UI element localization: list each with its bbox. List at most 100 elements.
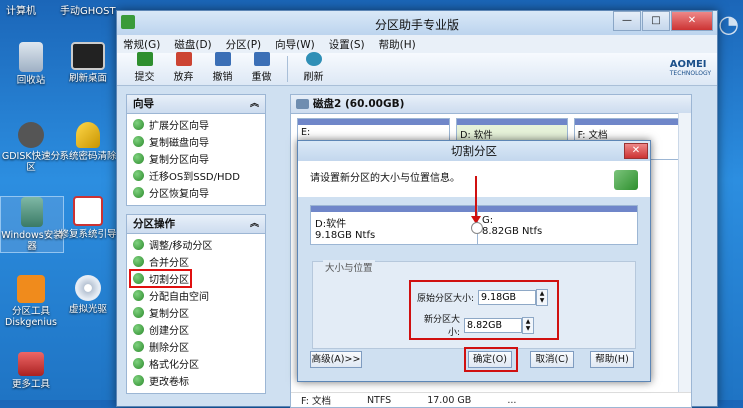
operation-icon — [133, 239, 144, 250]
row-cell: ... — [507, 394, 517, 406]
redo-icon — [253, 52, 270, 66]
toolbar: 提交 放弃 撤销 重做 刷新 AOMEI TECHNOLOGY — [117, 52, 717, 86]
wizard-item-recovery[interactable]: 分区恢复向导 — [127, 184, 265, 201]
close-button[interactable]: ✕ — [671, 11, 713, 31]
wizard-item-label: 扩展分区向导 — [149, 121, 209, 132]
menu-wizard[interactable]: 向导(W) — [275, 37, 315, 52]
desktop-icon-refresh[interactable]: 刷新桌面 — [57, 42, 119, 84]
discard-button[interactable]: 放弃 — [164, 52, 203, 85]
split-partition-dialog: 切割分区 ✕ 请设置新分区的大小与位置信息。 D:软件 9.18GB Ntfs … — [297, 140, 651, 382]
aomei-logo: AOMEI TECHNOLOGY — [670, 59, 711, 77]
op-item-resize[interactable]: 调整/移动分区 — [127, 236, 265, 253]
diskgenius-icon — [17, 275, 45, 303]
wizard-panel-list: 扩展分区向导 复制磁盘向导 复制分区向导 迁移OS到SSD/HDD 分区恢复向导 — [126, 114, 266, 206]
new-size-label: 新分区大小: — [423, 315, 460, 338]
split-drag-handle[interactable] — [471, 222, 483, 234]
ops-panel-list: 调整/移动分区 合并分区 切割分区 分配自由空间 复制分区 创建分区 删除分区 … — [126, 234, 266, 394]
dialog-title-bar: 切割分区 ✕ — [298, 141, 650, 161]
maximize-button[interactable]: □ — [642, 11, 670, 31]
dialog-info-text: 请设置新分区的大小与位置信息。 — [310, 173, 460, 184]
op-item-split[interactable]: 切割分区 — [129, 269, 192, 288]
new-size-spinner[interactable]: ▲ ▼ — [522, 316, 534, 334]
new-size-input[interactable] — [464, 317, 522, 333]
refresh-label: 刷新 — [303, 72, 324, 83]
menu-settings[interactable]: 设置(S) — [329, 37, 365, 52]
desktop-icon-password[interactable]: 系统密码清除 — [57, 122, 119, 162]
apply-button[interactable]: 提交 — [125, 52, 164, 85]
wizard-item-label: 迁移OS到SSD/HDD — [149, 172, 240, 183]
brand-name: AOMEI — [669, 59, 707, 70]
menu-partition[interactable]: 分区(P) — [226, 37, 262, 52]
discard-label: 放弃 — [173, 72, 194, 83]
desktop-icon-boot-repair[interactable]: 修复系统引导 — [57, 196, 119, 240]
refresh-icon — [305, 52, 322, 66]
help-button[interactable]: 帮助(H) — [590, 351, 634, 368]
cancel-button[interactable]: 取消(C) — [530, 351, 574, 368]
op-item-copy[interactable]: 复制分区 — [127, 304, 265, 321]
op-item-delete[interactable]: 删除分区 — [127, 338, 265, 355]
annotation-line — [475, 176, 477, 220]
ops-panel-title: 分区操作 — [133, 218, 175, 230]
split-icon — [614, 170, 638, 190]
op-item-create[interactable]: 创建分区 — [127, 321, 265, 338]
medkit-icon — [73, 196, 103, 226]
menu-disk[interactable]: 磁盘(D) — [174, 37, 211, 52]
disk-scrollbar[interactable] — [678, 113, 691, 393]
split-right-partition: G: 8.82GB Ntfs — [477, 206, 637, 244]
original-size-spinner[interactable]: ▲ ▼ — [536, 289, 549, 306]
disk-title: 磁盘2 (60.00GB) — [313, 98, 405, 110]
op-item-label: 创建分区 — [149, 326, 189, 337]
operation-icon — [133, 273, 144, 284]
desktop-icon-windows-installer[interactable]: Windows安装器 — [0, 196, 64, 253]
desktop-icon-more-tools[interactable]: 更多工具 — [0, 352, 62, 390]
op-item-merge[interactable]: 合并分区 — [127, 253, 265, 270]
op-item-label: 调整/移动分区 — [149, 241, 213, 252]
right-partition-detail: 8.82GB Ntfs — [482, 226, 543, 237]
chevron-up-icon[interactable]: ︽ — [250, 215, 259, 233]
op-item-label-change[interactable]: 更改卷标 — [127, 372, 265, 389]
minimize-button[interactable]: — — [613, 11, 641, 31]
desktop-icon-label: 更多工具 — [11, 379, 50, 390]
op-item-allocate[interactable]: 分配自由空间 — [127, 287, 265, 304]
row-cell: F: 文档 — [301, 396, 331, 407]
redo-button[interactable]: 重做 — [242, 52, 281, 85]
wizard-icon — [133, 170, 144, 181]
split-left-partition: D:软件 9.18GB Ntfs — [311, 206, 477, 244]
desktop-icon-gdisk[interactable]: GDISK快速分区 — [0, 122, 62, 173]
partition-label: E: — [301, 127, 311, 138]
desktop-icon-recycle-bin[interactable]: 回收站 — [0, 42, 62, 86]
partition-usage-bar — [574, 119, 684, 125]
ops-panel-header[interactable]: 分区操作 ︽ — [126, 214, 266, 234]
dialog-close-button[interactable]: ✕ — [624, 143, 648, 159]
desktop-icon-label: 虚拟光驱 — [68, 304, 107, 315]
wizard-icon — [133, 153, 144, 164]
undo-button[interactable]: 撤销 — [203, 52, 242, 85]
ok-button[interactable]: 确定(O) — [468, 351, 512, 368]
menu-help[interactable]: 帮助(H) — [379, 37, 416, 52]
op-item-format[interactable]: 格式化分区 — [127, 355, 265, 372]
key-icon — [76, 122, 100, 148]
wizard-item-extend[interactable]: 扩展分区向导 — [127, 116, 265, 133]
dialog-buttons: 高级(A)>> 确定(O) 取消(C) 帮助(H) — [310, 347, 638, 372]
advanced-button[interactable]: 高级(A)>> — [310, 351, 362, 368]
wizard-item-migrate-os[interactable]: 迁移OS到SSD/HDD — [127, 167, 265, 184]
operation-icon — [133, 375, 144, 386]
disk-header[interactable]: 磁盘2 (60.00GB) — [291, 95, 691, 114]
wizard-icon — [133, 187, 144, 198]
desktop-icon-label: 刷新桌面 — [68, 73, 107, 84]
wizard-panel-header[interactable]: 向导 ︽ — [126, 94, 266, 114]
partition-usage-bar — [298, 119, 450, 125]
desktop-icon-label: 修复系统引导 — [59, 229, 117, 240]
desktop-icon-diskgenius[interactable]: 分区工具Diskgenius — [0, 275, 62, 328]
undo-icon — [214, 52, 231, 66]
original-size-input[interactable] — [478, 290, 537, 305]
desktop-icon-virtual-drive[interactable]: 虚拟光驱 — [57, 275, 119, 315]
toolbox-icon — [18, 352, 44, 376]
chevron-up-icon[interactable]: ︽ — [250, 95, 259, 113]
refresh-button[interactable]: 刷新 — [294, 52, 333, 85]
undo-label: 撤销 — [212, 72, 233, 83]
wizard-item-copy-partition[interactable]: 复制分区向导 — [127, 150, 265, 167]
wizard-item-copy-disk[interactable]: 复制磁盘向导 — [127, 133, 265, 150]
redo-label: 重做 — [251, 72, 272, 83]
menu-general[interactable]: 常规(G) — [123, 37, 160, 52]
